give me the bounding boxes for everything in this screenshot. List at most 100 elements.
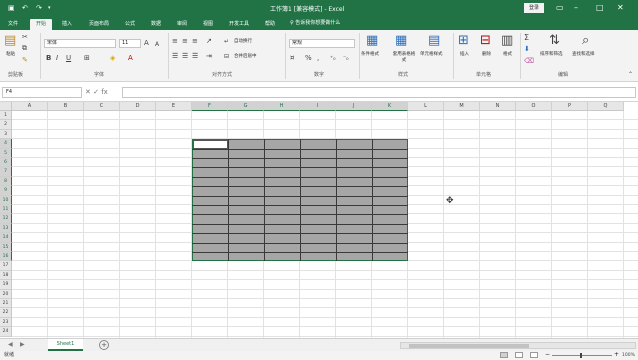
font-color-icon[interactable]: A [128, 54, 133, 63]
login-button[interactable]: 登录 [524, 3, 544, 13]
tab-home[interactable]: 开始 [30, 19, 52, 30]
row-header-3[interactable]: 3 [0, 129, 12, 140]
paste-icon[interactable]: ▤ [4, 34, 16, 48]
select-all-corner[interactable] [0, 102, 12, 111]
cell-styles-icon[interactable]: ▤ [428, 34, 440, 48]
column-header-h[interactable]: H [264, 102, 300, 111]
bold-button[interactable]: B [46, 54, 51, 63]
row-header-17[interactable]: 17 [0, 261, 12, 271]
tab-developer[interactable]: 开发工具 [224, 19, 254, 30]
fill-color-icon[interactable]: ◈ [110, 54, 115, 63]
align-left-icon[interactable]: ☰ [172, 52, 178, 61]
zoom-slider-knob[interactable] [580, 353, 582, 358]
next-sheet-icon[interactable]: ▶ [20, 340, 25, 350]
sheet-tab-sheet1[interactable]: Sheet1 [48, 339, 83, 351]
enter-icon[interactable]: ✓ [93, 88, 101, 96]
row-header-21[interactable]: 21 [0, 299, 12, 309]
row-header-10[interactable]: 10 [0, 195, 12, 205]
save-icon[interactable]: ▣ [8, 4, 15, 12]
number-format-select[interactable]: 常规 [289, 39, 355, 48]
merge-center-icon[interactable]: ⊟ [224, 52, 229, 61]
maximize-icon[interactable]: □ [596, 3, 604, 12]
horizontal-scrollbar[interactable] [400, 342, 636, 349]
row-header-22[interactable]: 22 [0, 308, 12, 318]
conditional-format-icon[interactable]: ▦ [366, 34, 378, 48]
font-size-select[interactable]: 11 [119, 39, 141, 48]
row-header-6[interactable]: 6 [0, 158, 12, 168]
row-header-20[interactable]: 20 [0, 289, 12, 299]
column-header-a[interactable]: A [12, 102, 48, 111]
row-header-23[interactable]: 23 [0, 317, 12, 328]
minimize-icon[interactable]: – [574, 3, 578, 12]
row-header-4[interactable]: 4 [0, 139, 12, 149]
align-middle-icon[interactable]: ≡ [182, 37, 188, 46]
ribbon-display-icon[interactable]: ▭ [556, 3, 564, 12]
wrap-text-button[interactable]: 自动换行 [234, 39, 252, 45]
percent-button[interactable]: % [305, 54, 312, 63]
insert-cells-button[interactable]: 插入 [460, 52, 469, 58]
align-center-icon[interactable]: ☰ [182, 52, 188, 61]
page-layout-view-icon[interactable] [515, 352, 523, 358]
column-header-i[interactable]: I [300, 102, 336, 111]
tell-me-search[interactable]: ♀ 告诉我你想要做什么 [290, 19, 340, 28]
tab-formulas[interactable]: 公式 [120, 19, 140, 30]
collapse-ribbon-icon[interactable]: ⌃ [628, 70, 633, 79]
column-header-c[interactable]: C [84, 102, 120, 111]
column-header-l[interactable]: L [408, 102, 444, 111]
copy-icon[interactable]: ⧉ [22, 44, 27, 53]
column-header-j[interactable]: J [336, 102, 372, 111]
tab-review[interactable]: 审阅 [172, 19, 192, 30]
tab-view[interactable]: 视图 [198, 19, 218, 30]
formula-input[interactable] [122, 87, 636, 98]
row-header-24[interactable]: 24 [0, 327, 12, 337]
wrap-text-icon[interactable]: ↵ [224, 37, 229, 46]
accounting-icon[interactable]: ¤ [290, 54, 294, 63]
zoom-slider[interactable] [552, 355, 612, 356]
clear-icon[interactable]: ⌫ [524, 57, 534, 66]
close-icon[interactable]: ✕ [617, 3, 624, 12]
fx-button[interactable]: ✕ ✓ fx [85, 88, 108, 97]
row-header-14[interactable]: 14 [0, 233, 12, 243]
row-header-19[interactable]: 19 [0, 280, 12, 290]
autosum-icon[interactable]: Σ [524, 33, 529, 42]
row-header-13[interactable]: 13 [0, 223, 12, 234]
column-header-n[interactable]: N [480, 102, 516, 111]
redo-icon[interactable]: ↷ [36, 4, 42, 12]
row-header-8[interactable]: 8 [0, 176, 12, 187]
column-header-e[interactable]: E [156, 102, 192, 111]
tab-page-layout[interactable]: 页面布局 [84, 19, 114, 30]
column-header-b[interactable]: B [48, 102, 84, 111]
comma-button[interactable]: , [317, 54, 319, 63]
tab-data[interactable]: 数据 [146, 19, 166, 30]
cancel-icon[interactable]: ✕ [85, 88, 93, 96]
add-sheet-icon[interactable]: + [99, 340, 109, 350]
merge-center-button[interactable]: 合并后居中 [234, 54, 257, 60]
column-header-d[interactable]: D [120, 102, 156, 111]
orientation-icon[interactable]: ↗ [206, 37, 212, 46]
align-right-icon[interactable]: ☰ [192, 52, 198, 61]
tab-insert[interactable]: 插入 [57, 19, 77, 30]
row-header-15[interactable]: 15 [0, 242, 12, 252]
column-header-k[interactable]: K [372, 102, 408, 111]
fill-icon[interactable]: ⬇ [524, 45, 530, 54]
delete-cells-icon[interactable]: ⊟ [480, 34, 491, 48]
prev-sheet-icon[interactable]: ◀ [8, 340, 13, 350]
scrollbar-thumb[interactable] [409, 344, 529, 348]
row-header-18[interactable]: 18 [0, 270, 12, 281]
font-name-select[interactable]: 宋体 [44, 39, 116, 48]
format-painter-icon[interactable]: ✎ [22, 56, 28, 65]
undo-icon[interactable]: ↶ [22, 4, 28, 12]
underline-button[interactable]: U [66, 54, 71, 63]
increase-font-icon[interactable]: A [144, 39, 149, 48]
row-header-11[interactable]: 11 [0, 205, 12, 215]
row-header-5[interactable]: 5 [0, 148, 12, 158]
borders-icon[interactable]: ⊞ [84, 54, 90, 63]
zoom-in-icon[interactable]: + [614, 351, 619, 359]
zoom-level[interactable]: 100% [622, 352, 635, 359]
normal-view-icon[interactable] [500, 352, 508, 358]
indent-icon[interactable]: ⇥ [206, 52, 212, 61]
format-as-table-icon[interactable]: ▦ [395, 34, 407, 48]
format-cells-button[interactable]: 格式 [503, 52, 512, 58]
align-bottom-icon[interactable]: ≡ [192, 37, 198, 46]
sort-filter-button[interactable]: 排序和筛选 [540, 52, 563, 58]
